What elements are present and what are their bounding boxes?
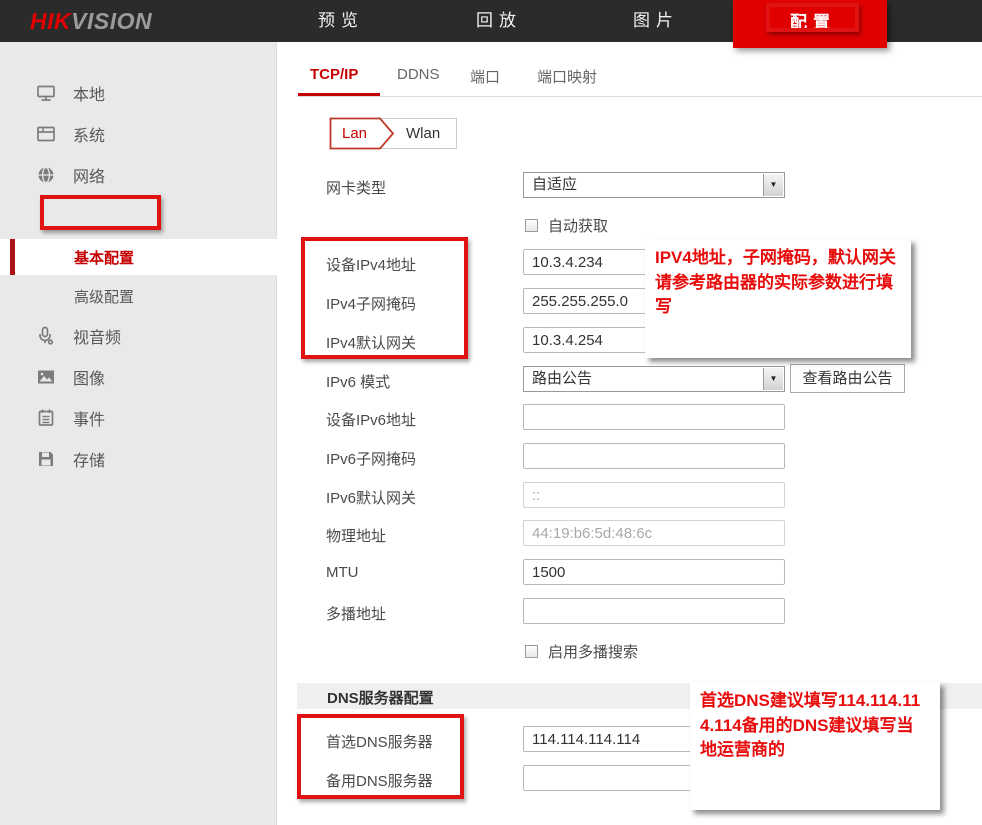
sidebar-item-image[interactable]: 图像 [0, 359, 277, 395]
ipv6-mode-value: 路由公告 [532, 367, 592, 391]
page: HIKVISION 预览 回放 图片 配置 本地 系统 网络 基 [0, 0, 982, 825]
lan-wlan-tabs: Wlan Lan [330, 118, 457, 149]
ipv4-netmask-label: IPv4子网掩码 [326, 293, 416, 314]
auto-dhcp-label: 自动获取 [548, 215, 608, 236]
ipv6-gateway-input[interactable] [523, 482, 785, 508]
event-icon [36, 408, 56, 428]
ipv6-gateway-label: IPv6默认网关 [326, 487, 416, 508]
annotation-note-ipv4: IPV4地址，子网掩码，默认网关请参考路由器的实际参数进行填写 [645, 239, 911, 358]
sidebar-item-label: 基本配置 [74, 247, 134, 268]
sidebar-item-label: 视音频 [73, 324, 121, 348]
ipv6-address-label: 设备IPv6地址 [326, 409, 416, 430]
nic-type-label: 网卡类型 [326, 177, 386, 198]
primary-dns-label: 首选DNS服务器 [326, 731, 433, 752]
tab-port-mapping[interactable]: 端口映射 [537, 66, 597, 96]
nav-config-active-tab[interactable]: 配置 [733, 0, 887, 48]
sidebar-item-advanced-config[interactable]: 高级配置 [0, 278, 277, 314]
ipv6-mode-label: IPv6 模式 [326, 371, 390, 392]
mtu-input[interactable] [523, 559, 785, 585]
tab-port[interactable]: 端口 [470, 66, 500, 96]
tab-ddns[interactable]: DDNS [397, 66, 440, 96]
sidebar: 本地 系统 网络 基本配置 高级配置 视音频 [0, 42, 277, 825]
annotation-note-dns: 首选DNS建议填写114.114.114.114备用的DNS建议填写当地运营商的 [690, 682, 940, 810]
ipv6-netmask-input[interactable] [523, 443, 785, 469]
dropdown-arrow-icon[interactable]: ▼ [763, 174, 783, 196]
nav-picture[interactable]: 图片 [615, 0, 691, 42]
image-icon [36, 367, 56, 387]
sidebar-item-network[interactable]: 网络 [0, 157, 277, 193]
globe-icon [36, 165, 56, 185]
sidebar-item-label: 存储 [73, 447, 105, 471]
logo-hik: HIK [30, 8, 71, 34]
multicast-search-checkbox[interactable] [525, 645, 538, 658]
monitor-icon [36, 83, 56, 103]
microphone-icon [36, 326, 56, 346]
logo-vision: VISION [71, 8, 152, 34]
storage-icon [36, 449, 56, 469]
dropdown-arrow-icon[interactable]: ▼ [763, 368, 783, 390]
multicast-address-input[interactable] [523, 598, 785, 624]
sidebar-item-audio-video[interactable]: 视音频 [0, 318, 277, 354]
window-icon [36, 124, 56, 144]
ipv4-gateway-label: IPv4默认网关 [326, 332, 416, 353]
ipv6-mode-select[interactable]: 路由公告 ▼ [523, 366, 785, 392]
sidebar-item-event[interactable]: 事件 [0, 400, 277, 436]
dns-section-title: DNS服务器配置 [327, 687, 434, 708]
sidebar-item-label: 网络 [73, 163, 105, 187]
sidebar-item-label: 本地 [73, 81, 105, 105]
tab-wlan-label[interactable]: Wlan [406, 118, 440, 149]
mac-address-label: 物理地址 [326, 525, 386, 546]
selected-indicator [10, 239, 15, 275]
hikvision-logo: HIKVISION [30, 8, 152, 35]
tabs-divider [297, 96, 982, 97]
view-route-advertisement-button[interactable]: 查看路由公告 [790, 364, 905, 393]
sidebar-item-system[interactable]: 系统 [0, 116, 277, 152]
multicast-address-label: 多播地址 [326, 603, 386, 624]
secondary-dns-label: 备用DNS服务器 [326, 770, 433, 791]
tab-tcpip[interactable]: TCP/IP [310, 66, 358, 96]
nic-type-select[interactable]: 自适应 ▼ [523, 172, 785, 198]
multicast-search-row: 启用多播搜索 [525, 641, 638, 662]
sidebar-item-label: 系统 [73, 122, 105, 146]
nic-type-value: 自适应 [532, 173, 577, 197]
ipv6-address-input[interactable] [523, 404, 785, 430]
sidebar-item-label: 高级配置 [74, 286, 134, 307]
multicast-search-label: 启用多播搜索 [548, 641, 638, 662]
auto-dhcp-checkbox[interactable] [525, 219, 538, 232]
mtu-label: MTU [326, 564, 359, 581]
nav-playback[interactable]: 回放 [458, 0, 534, 42]
sidebar-item-label: 图像 [73, 365, 105, 389]
sidebar-item-storage[interactable]: 存储 [0, 441, 277, 477]
ipv6-netmask-label: IPv6子网掩码 [326, 448, 416, 469]
sidebar-item-local[interactable]: 本地 [0, 75, 277, 111]
ipv4-address-label: 设备IPv4地址 [326, 254, 416, 275]
sidebar-item-label: 事件 [73, 406, 105, 430]
auto-dhcp-row: 自动获取 [525, 215, 608, 236]
tab-lan-label[interactable]: Lan [342, 118, 367, 149]
sidebar-item-basic-config[interactable]: 基本配置 [0, 239, 277, 275]
mac-address-input[interactable] [523, 520, 785, 546]
nav-preview[interactable]: 预览 [300, 0, 376, 42]
